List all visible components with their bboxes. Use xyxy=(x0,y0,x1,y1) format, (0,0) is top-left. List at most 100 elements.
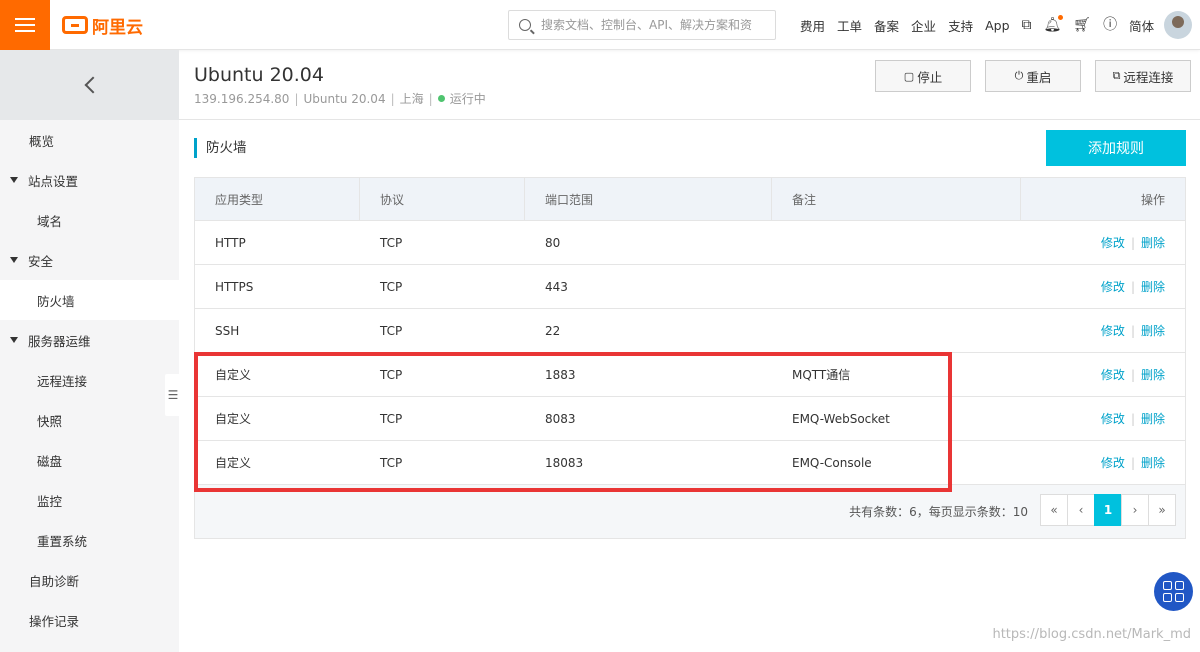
sidebar-item-label: 磁盘 xyxy=(37,453,63,469)
sidebar-item-label: 监控 xyxy=(37,493,63,509)
first-page-button[interactable]: « xyxy=(1040,494,1068,526)
delete-link[interactable]: 删除 xyxy=(1141,322,1165,339)
sidebar-item-label: 重置系统 xyxy=(37,533,88,549)
cell-note xyxy=(772,265,1021,308)
edit-link[interactable]: 修改 xyxy=(1101,278,1125,295)
edit-link[interactable]: 修改 xyxy=(1101,366,1125,383)
sidebar-item-domain[interactable]: 域名 xyxy=(0,200,179,240)
delete-link[interactable]: 删除 xyxy=(1141,410,1165,427)
cell-protocol: TCP xyxy=(380,323,403,338)
nav-support[interactable]: 支持 xyxy=(948,16,973,35)
table-row: HTTP TCP 80 修改 | 删除 xyxy=(195,221,1185,265)
sidebar-item-reset[interactable]: 重置系统 xyxy=(0,520,179,560)
caret-down-icon xyxy=(10,337,18,343)
logo-mark-icon xyxy=(62,16,88,34)
cell-protocol: TCP xyxy=(380,367,403,382)
delete-link[interactable]: 删除 xyxy=(1141,454,1165,471)
language-switch[interactable]: 简体 xyxy=(1129,16,1154,35)
bell-icon[interactable]: 🔔︎ xyxy=(1044,15,1064,32)
nav-enterprise[interactable]: 企业 xyxy=(911,16,936,35)
sidebar-group-security[interactable]: 安全 xyxy=(0,240,179,280)
sidebar-item-label: 安全 xyxy=(28,253,54,269)
sidebar-group-site-settings[interactable]: 站点设置 xyxy=(0,160,179,200)
sidebar-item-firewall[interactable]: 防火墙 xyxy=(0,280,179,320)
stop-button[interactable]: ▢ 停止 xyxy=(875,60,971,92)
help-icon[interactable]: ⓘ xyxy=(1103,18,1117,32)
divider: | xyxy=(1130,455,1135,470)
instance-header: Ubuntu 20.04 139.196.254.80 | Ubuntu 20.0… xyxy=(179,50,1200,120)
cell-protocol: TCP xyxy=(380,455,403,470)
restart-button[interactable]: ⏻ 重启 xyxy=(985,60,1081,92)
edit-link[interactable]: 修改 xyxy=(1101,234,1125,251)
table-row: SSH TCP 22 修改 | 删除 xyxy=(195,309,1185,353)
sidebar-item-remote[interactable]: 远程连接 xyxy=(0,360,179,400)
cell-type: HTTPS xyxy=(215,279,254,294)
sidebar-item-label: 自助诊断 xyxy=(29,573,80,589)
cell-actions: 修改 | 删除 xyxy=(1021,353,1185,396)
nav-icp[interactable]: 备案 xyxy=(874,16,899,35)
cell-note xyxy=(772,309,1021,352)
back-button[interactable] xyxy=(0,50,179,120)
aliyun-logo[interactable]: 阿里云 xyxy=(62,13,143,38)
col-header-note: 备注 xyxy=(772,178,1021,220)
watermark: https://blog.csdn.net/Mark_md xyxy=(992,627,1191,642)
last-page-button[interactable]: » xyxy=(1148,494,1176,526)
sidebar-item-monitor[interactable]: 监控 xyxy=(0,480,179,520)
search-icon xyxy=(519,19,531,31)
section-title: 防火墙 xyxy=(194,138,247,158)
nav-app[interactable]: App xyxy=(985,18,1009,33)
table-row: HTTPS TCP 443 修改 | 删除 xyxy=(195,265,1185,309)
remote-connect-button[interactable]: ⧉ 远程连接 xyxy=(1095,60,1191,92)
sidebar-item-disk[interactable]: 磁盘 xyxy=(0,440,179,480)
cell-type: 自定义 xyxy=(215,456,252,470)
next-page-button[interactable]: › xyxy=(1121,494,1149,526)
sidebar-item-oplog[interactable]: 操作记录 xyxy=(0,600,179,640)
cell-actions: 修改 | 删除 xyxy=(1021,441,1185,484)
apps-grid-icon[interactable] xyxy=(1154,572,1193,611)
nav-fee[interactable]: 费用 xyxy=(800,16,825,35)
edit-link[interactable]: 修改 xyxy=(1101,410,1125,427)
cell-actions: 修改 | 删除 xyxy=(1021,397,1185,440)
cart-icon[interactable]: 🛒︎ xyxy=(1073,18,1091,32)
edit-link[interactable]: 修改 xyxy=(1101,454,1125,471)
cell-actions: 修改 | 删除 xyxy=(1021,221,1185,264)
page-title: Ubuntu 20.04 xyxy=(194,64,324,86)
power-icon: ⏻ xyxy=(1014,69,1024,82)
terminal-icon[interactable]: ⧉ xyxy=(1022,18,1032,32)
main-content: Ubuntu 20.04 139.196.254.80 | Ubuntu 20.0… xyxy=(179,50,1200,652)
pagination: « ‹ 1 › » xyxy=(1040,494,1176,526)
chevron-left-icon xyxy=(84,76,101,94)
cell-port: 22 xyxy=(545,323,561,338)
prev-page-button[interactable]: ‹ xyxy=(1067,494,1095,526)
instance-ip: 139.196.254.80 xyxy=(194,91,290,106)
add-rule-button[interactable]: 添加规则 xyxy=(1046,130,1186,166)
cell-note: EMQ-WebSocket xyxy=(792,411,890,426)
divider: | xyxy=(1130,411,1135,426)
divider: | xyxy=(1130,279,1135,294)
edit-link[interactable]: 修改 xyxy=(1101,322,1125,339)
col-header-port: 端口范围 xyxy=(525,178,772,220)
page-button-1[interactable]: 1 xyxy=(1094,494,1122,526)
instance-os: Ubuntu 20.04 xyxy=(303,91,386,106)
nav-ticket[interactable]: 工单 xyxy=(837,16,862,35)
divider: | xyxy=(1130,235,1135,250)
divider: | xyxy=(1130,367,1135,382)
cell-port: 18083 xyxy=(545,455,584,470)
total-count: 共有条数：6，每页显示条数：10 xyxy=(849,505,1028,519)
search-input[interactable] xyxy=(541,18,761,32)
avatar[interactable] xyxy=(1164,11,1192,39)
cell-protocol: TCP xyxy=(380,279,403,294)
delete-link[interactable]: 删除 xyxy=(1141,366,1165,383)
caret-down-icon xyxy=(10,257,18,263)
sidebar: 概览 站点设置 域名 安全 防火墙 服务器运维 远程连接 快照 磁盘 监控 重置… xyxy=(0,50,179,652)
sidebar-item-snapshot[interactable]: 快照 xyxy=(0,400,179,440)
search-box[interactable] xyxy=(508,10,776,40)
sidebar-group-server-ops[interactable]: 服务器运维 xyxy=(0,320,179,360)
status-dot-icon xyxy=(437,95,445,102)
delete-link[interactable]: 删除 xyxy=(1141,234,1165,251)
delete-link[interactable]: 删除 xyxy=(1141,278,1165,295)
sidebar-item-label: 快照 xyxy=(37,413,63,429)
sidebar-item-overview[interactable]: 概览 xyxy=(0,120,179,160)
sidebar-item-diagnose[interactable]: 自助诊断 xyxy=(0,560,179,600)
menu-icon[interactable] xyxy=(0,0,50,50)
